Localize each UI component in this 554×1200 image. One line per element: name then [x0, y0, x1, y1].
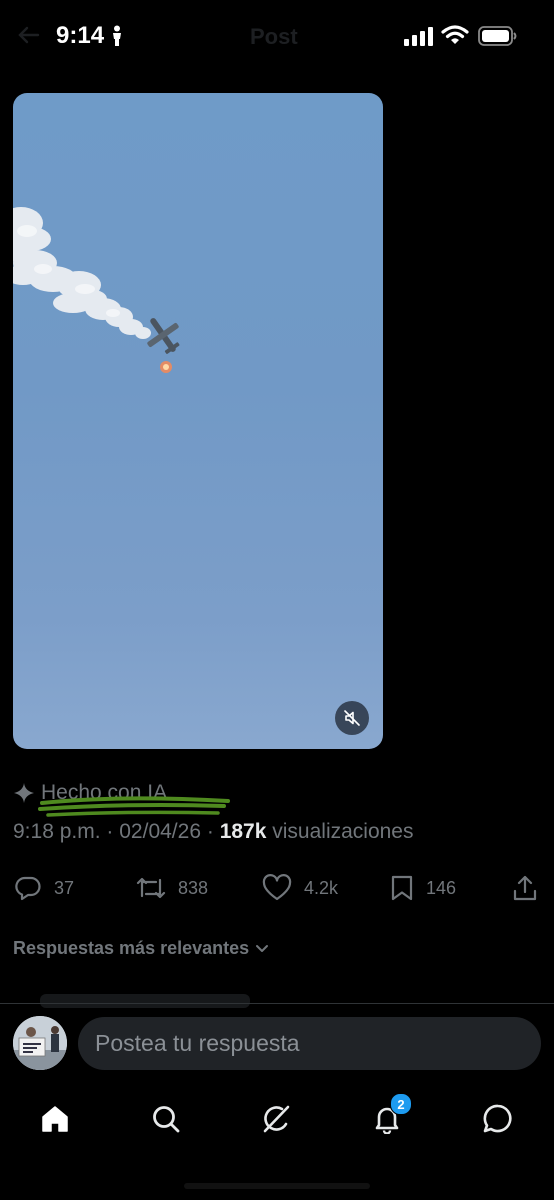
grok-icon	[263, 1105, 290, 1133]
separator: ·	[206, 820, 214, 843]
video-frame	[13, 207, 180, 373]
reply-input[interactable]: Postea tu respuesta	[78, 1017, 541, 1070]
mute-icon	[344, 710, 360, 726]
post-meta: 9:18 p.m. · 02/04/26 · 187k visualizacio…	[13, 820, 414, 844]
nav-home[interactable]	[33, 1097, 77, 1141]
nav-messages[interactable]	[476, 1097, 520, 1141]
nav-notifications[interactable]: 2	[365, 1093, 412, 1141]
person-icon	[113, 25, 121, 46]
like-button[interactable]: 4.2k	[262, 872, 338, 904]
separator: ·	[106, 820, 114, 843]
share-icon	[513, 875, 537, 901]
share-button[interactable]	[512, 872, 538, 904]
reply-count: 37	[54, 877, 75, 898]
back-arrow-icon[interactable]	[18, 26, 40, 44]
messages-icon	[483, 1104, 512, 1133]
green-highlight-marks	[38, 796, 230, 817]
signal-icon	[404, 27, 433, 46]
nav-grok[interactable]	[254, 1097, 298, 1141]
divider	[0, 1003, 554, 1004]
post-date: 02/04/26	[119, 820, 201, 843]
bookmark-icon	[391, 875, 413, 901]
post-video[interactable]	[13, 93, 383, 749]
post-time: 9:18 p.m.	[13, 820, 101, 843]
bottom-nav: 2	[0, 1085, 554, 1155]
chevron-down-icon	[256, 944, 269, 952]
reply-button[interactable]: 37	[14, 872, 74, 904]
replies-sort-label: Respuestas más relevantes	[13, 938, 250, 958]
home-indicator	[184, 1183, 370, 1189]
engagement-bar: 37 838 4.2k 146	[0, 866, 554, 910]
avatar[interactable]	[13, 1016, 67, 1070]
wifi-icon	[441, 25, 469, 44]
battery-icon	[478, 26, 517, 46]
views-label: visualizaciones	[272, 820, 414, 843]
avatar-image	[13, 1016, 67, 1070]
home-icon	[42, 1106, 68, 1132]
repost-icon	[136, 877, 166, 899]
status-time: 9:14	[56, 22, 105, 49]
page-title: Post	[250, 24, 298, 49]
repost-count: 838	[178, 877, 209, 898]
bookmark-button[interactable]: 146	[390, 872, 456, 904]
like-icon	[262, 874, 292, 901]
notifications-badge: 2	[390, 1093, 412, 1115]
replies-sort-dropdown[interactable]: Respuestas más relevantes	[13, 938, 269, 959]
nav-search[interactable]	[144, 1097, 188, 1141]
views-count[interactable]: 187k	[220, 820, 267, 843]
partially-hidden-reply	[40, 994, 250, 1008]
reply-icon	[15, 876, 41, 901]
mute-button[interactable]	[335, 701, 369, 735]
bookmark-count: 146	[426, 877, 457, 898]
repost-button[interactable]: 838	[136, 872, 208, 904]
status-bar: 9:14 Post	[0, 0, 554, 72]
like-count: 4.2k	[304, 877, 339, 898]
search-icon	[153, 1106, 180, 1133]
